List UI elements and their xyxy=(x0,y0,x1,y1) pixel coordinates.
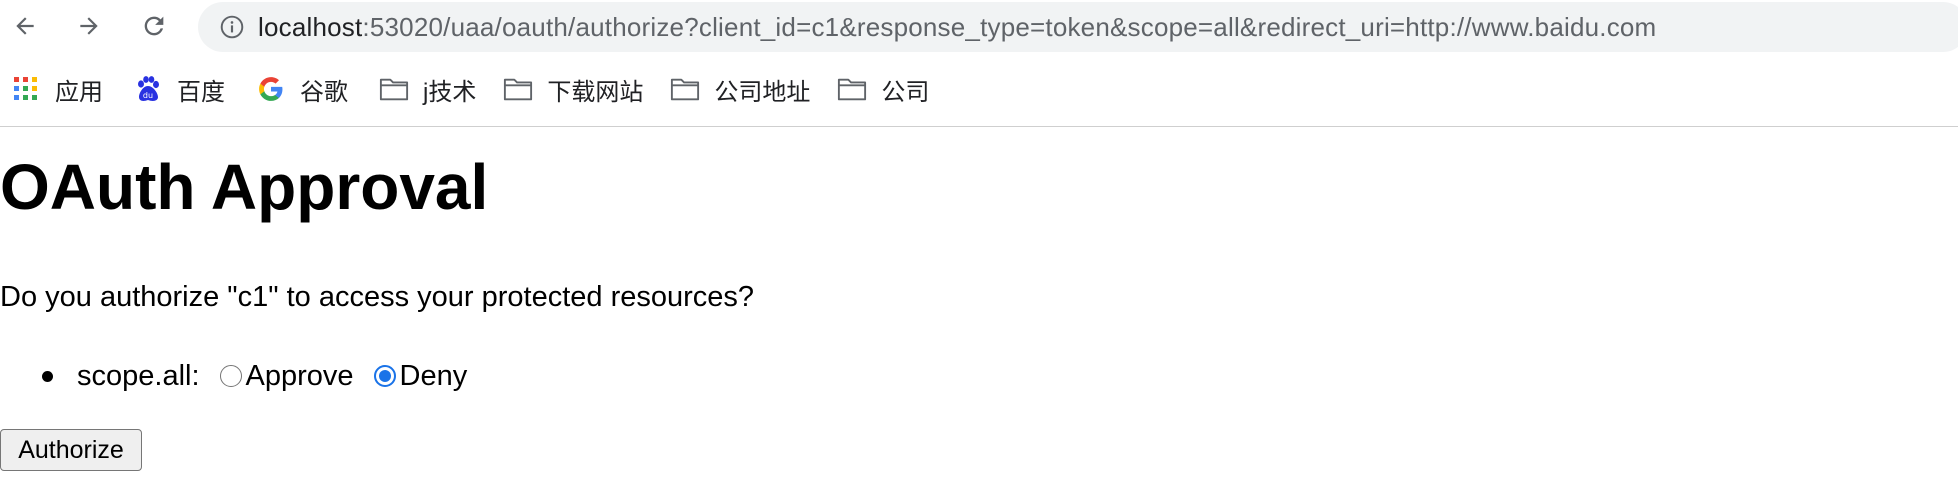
deny-label[interactable]: Deny xyxy=(400,360,468,393)
back-button[interactable] xyxy=(5,8,45,44)
bookmark-folder-company-address[interactable]: 公司地址 xyxy=(670,64,810,114)
baidu-paw-icon: du xyxy=(133,74,163,104)
address-bar[interactable]: localhost:53020/uaa/oauth/authorize?clie… xyxy=(198,2,1958,52)
forward-button[interactable] xyxy=(69,8,109,44)
authorize-button[interactable]: Authorize xyxy=(0,429,142,471)
url-text[interactable]: localhost:53020/uaa/oauth/authorize?clie… xyxy=(258,12,1656,43)
folder-icon xyxy=(837,74,867,104)
folder-icon xyxy=(503,74,533,104)
deny-radio[interactable] xyxy=(373,365,396,387)
scope-list: scope.all: Approve Deny xyxy=(0,356,467,396)
bookmark-label: j技术 xyxy=(423,78,477,106)
scope-label: scope.all: xyxy=(77,359,200,392)
bookmarks-bar: 应用 du 百度 谷歌 j技术 下载网站 公司地址 公司 xyxy=(0,64,929,114)
bookmark-label: 下载网站 xyxy=(547,78,644,106)
bookmark-label: 公司 xyxy=(881,78,930,106)
bookmark-label: 谷歌 xyxy=(300,78,348,106)
url-host: localhost xyxy=(258,11,363,42)
bookmark-google[interactable]: 谷歌 xyxy=(256,64,348,114)
arrow-right-icon xyxy=(80,17,98,35)
bookmark-baidu[interactable]: du 百度 xyxy=(133,64,225,114)
browser-chrome: localhost:53020/uaa/oauth/authorize?clie… xyxy=(0,0,1958,127)
bookmark-apps[interactable]: 应用 xyxy=(11,64,103,114)
browser-toolbar: localhost:53020/uaa/oauth/authorize?clie… xyxy=(0,0,1958,54)
approve-radio[interactable] xyxy=(219,365,242,387)
folder-icon xyxy=(379,74,409,104)
apps-grid-icon xyxy=(11,74,41,104)
folder-icon xyxy=(670,74,700,104)
site-info-icon[interactable] xyxy=(218,13,246,41)
reload-button[interactable] xyxy=(134,8,174,44)
bookmark-label: 应用 xyxy=(55,78,103,106)
reload-icon xyxy=(144,16,164,36)
url-path: :53020/uaa/oauth/authorize?client_id=c1&… xyxy=(362,11,1657,42)
bullet-icon xyxy=(42,370,53,382)
page-title: OAuth Approval xyxy=(0,151,489,223)
authorization-question: Do you authorize "c1" to access your pro… xyxy=(0,281,755,313)
arrow-left-icon xyxy=(16,17,34,35)
list-item: scope.all: Approve Deny xyxy=(0,356,467,396)
svg-text:du: du xyxy=(143,91,153,100)
bookmark-folder-company[interactable]: 公司 xyxy=(837,64,929,114)
bookmark-folder-downloads[interactable]: 下载网站 xyxy=(503,64,643,114)
approve-label[interactable]: Approve xyxy=(246,360,354,393)
bookmark-folder-tech[interactable]: j技术 xyxy=(379,64,476,114)
bookmark-label: 百度 xyxy=(177,78,225,106)
bookmark-label: 公司地址 xyxy=(714,78,811,106)
google-g-icon xyxy=(256,74,286,104)
